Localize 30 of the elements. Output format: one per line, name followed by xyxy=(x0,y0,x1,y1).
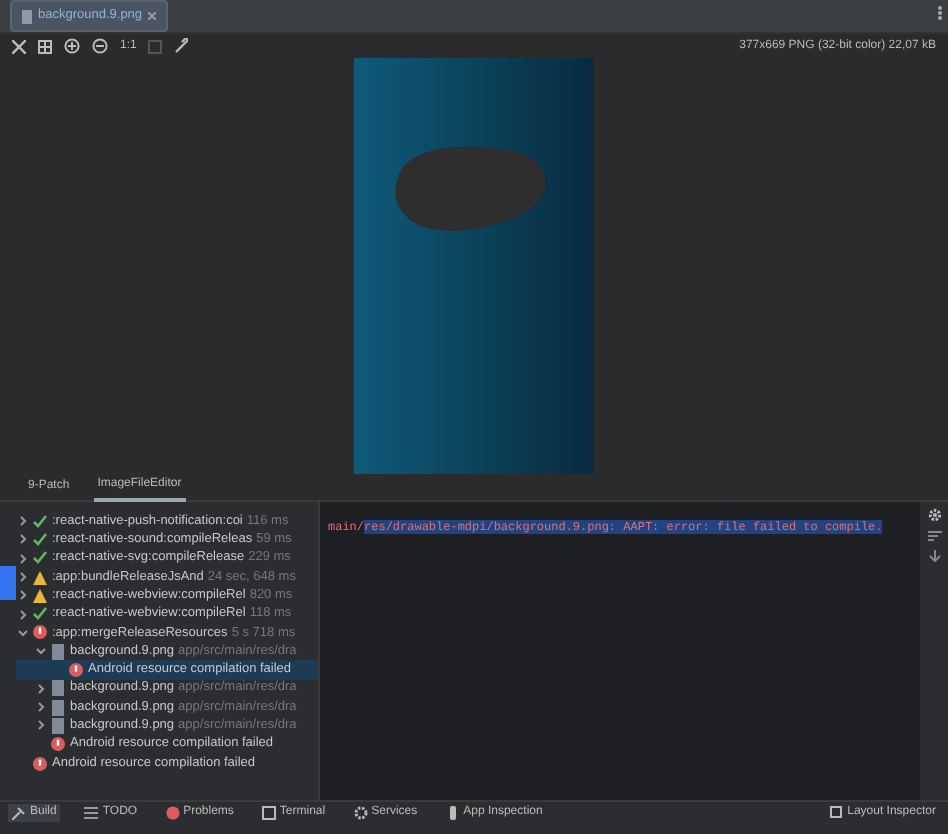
expand-icon[interactable] xyxy=(18,572,28,583)
layout-inspector-icon xyxy=(829,805,844,819)
grid-icon[interactable] xyxy=(38,39,52,53)
expand-icon[interactable] xyxy=(18,553,28,564)
zoom-out-icon[interactable] xyxy=(92,38,108,54)
scroll-end-icon[interactable] xyxy=(927,550,941,562)
error-icon xyxy=(165,805,180,819)
expand-icon[interactable] xyxy=(18,534,28,545)
expand-icon[interactable] xyxy=(18,516,28,527)
expand-icon[interactable] xyxy=(36,720,46,731)
image-file-icon xyxy=(22,9,32,23)
list-icon xyxy=(84,805,99,819)
check-icon xyxy=(32,606,48,623)
terminal-icon xyxy=(261,805,276,819)
expand-icon[interactable] xyxy=(36,702,46,713)
expand-icon[interactable] xyxy=(18,609,28,620)
gear-icon xyxy=(353,805,368,819)
color-picker-icon[interactable] xyxy=(174,38,189,54)
close-icon[interactable] xyxy=(148,12,157,20)
hammer-icon xyxy=(12,805,26,819)
error-icon xyxy=(32,624,48,641)
collapse-icon[interactable] xyxy=(36,646,46,657)
expand-icon[interactable] xyxy=(36,683,46,694)
zoom-in-icon[interactable] xyxy=(64,38,80,54)
collapse-icon[interactable] xyxy=(18,627,28,638)
expand-icon[interactable] xyxy=(18,590,28,601)
error-icon xyxy=(68,662,84,679)
wrap-icon[interactable] xyxy=(927,530,941,542)
settings-icon[interactable] xyxy=(927,508,941,522)
file-icon xyxy=(50,643,66,660)
